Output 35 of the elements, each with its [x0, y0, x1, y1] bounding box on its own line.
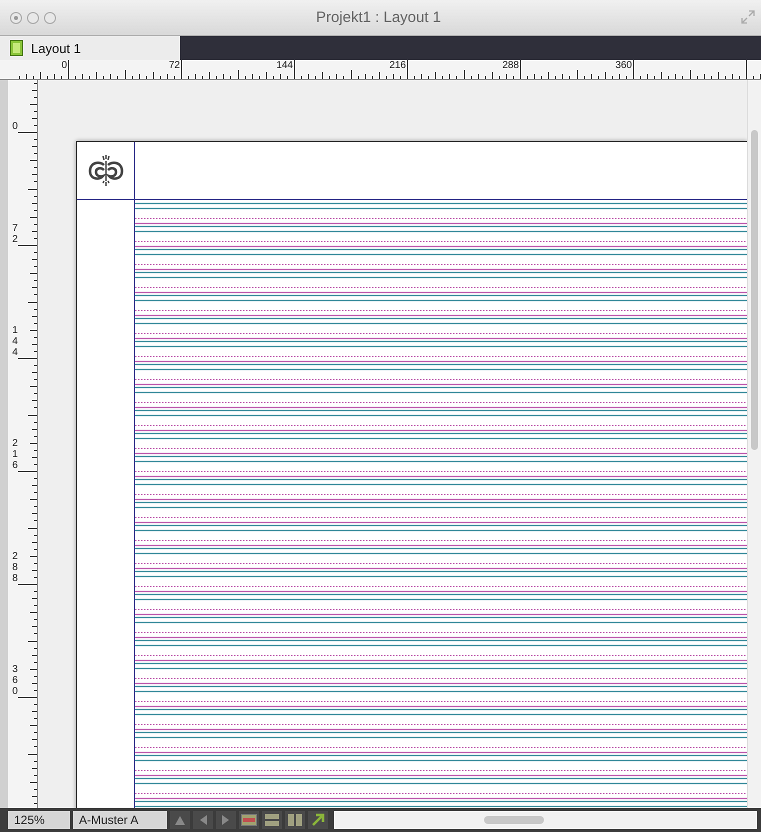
ruler-label: 0	[61, 60, 68, 71]
triangle-up-icon	[174, 814, 186, 826]
vertical-split-button[interactable]	[285, 811, 305, 829]
ruler-label: 0	[11, 121, 19, 132]
master-page-field[interactable]: A-Muster A	[73, 811, 167, 829]
ruler-label: 144	[276, 60, 294, 71]
zoom-button[interactable]	[44, 12, 56, 24]
layout-tab[interactable]: Layout 1	[0, 36, 180, 60]
minimize-button[interactable]	[27, 12, 39, 24]
view-button[interactable]	[239, 811, 259, 829]
triangle-left-icon	[198, 814, 208, 826]
diagonal-arrow-icon	[311, 813, 325, 827]
ruler-label: 72	[168, 60, 181, 71]
next-button[interactable]	[216, 811, 236, 829]
page-spread-icon	[241, 814, 257, 826]
zoom-field[interactable]: 125%	[8, 811, 70, 829]
previous-button[interactable]	[193, 811, 213, 829]
ruler-label: 288	[502, 60, 520, 71]
ruler-label: 360	[615, 60, 633, 71]
ruler-label: 72	[11, 223, 19, 245]
ruler-label: 216	[389, 60, 407, 71]
ruler-label: 360	[11, 664, 19, 697]
fullscreen-icon[interactable]	[741, 10, 755, 24]
page-icon	[10, 40, 23, 56]
triangle-right-icon	[221, 814, 231, 826]
close-button[interactable]	[10, 12, 22, 24]
arrow-button[interactable]	[308, 811, 328, 829]
horizontal-split-button[interactable]	[262, 811, 282, 829]
vertical-split-icon	[288, 814, 302, 826]
window-title: Projekt1 : Layout 1	[314, 9, 442, 26]
horizontal-split-icon	[265, 814, 279, 826]
up-button[interactable]	[170, 811, 190, 829]
ruler-label: 216	[11, 438, 19, 471]
ruler-label: 288	[11, 551, 19, 584]
ruler-label: 144	[11, 325, 19, 358]
